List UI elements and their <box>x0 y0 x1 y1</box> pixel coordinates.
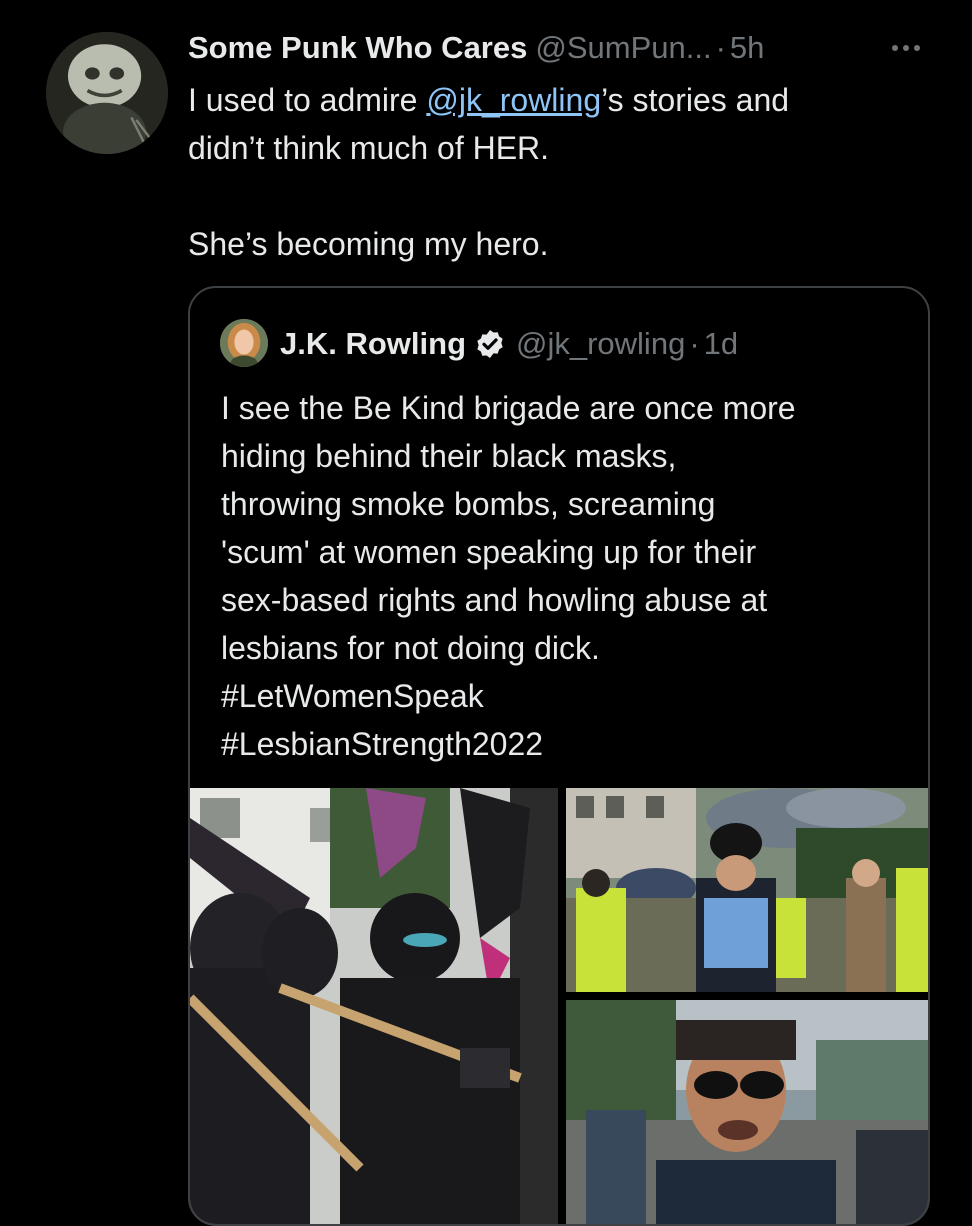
header-separator: · <box>715 30 726 65</box>
media-photo-2[interactable] <box>566 788 928 992</box>
media-photo-3[interactable] <box>566 1000 928 1224</box>
quoted-text-line: throwing smoke bombs, screaming <box>221 486 716 522</box>
quoted-tweet-text: I see the Be Kind brigade are once more … <box>221 384 911 768</box>
protest-photo-masked-crowd <box>190 788 558 1224</box>
more-options-button[interactable] <box>884 30 928 66</box>
more-horizontal-icon <box>892 45 898 51</box>
author-handle[interactable]: @SumPun... <box>535 30 711 65</box>
quoted-text-line: 'scum' at women speaking up for their <box>221 534 757 570</box>
quoted-avatar-image <box>220 319 268 367</box>
tweet-line-2: didn’t think much of HER. <box>188 130 550 166</box>
hashtag-link[interactable]: #LesbianStrength2022 <box>221 720 911 768</box>
more-horizontal-icon-dot <box>903 45 909 51</box>
author-avatar[interactable] <box>46 32 168 154</box>
tweet-header: Some Punk Who Cares @SumPun... · 5h <box>188 26 948 70</box>
quoted-tweet-header: J.K. Rowling @jk_rowling · 1d <box>280 322 738 366</box>
quoted-tweet-card[interactable]: J.K. Rowling @jk_rowling · 1d I see the Be… <box>188 286 930 1226</box>
quoted-text-line: sex-based rights and howling abuse at <box>221 582 768 618</box>
quoted-author-avatar[interactable] <box>220 319 268 367</box>
verified-badge-icon <box>474 328 506 360</box>
quoted-text-line: hiding behind their black masks, <box>221 438 677 474</box>
tweet-timestamp[interactable]: 5h <box>730 30 764 65</box>
tweet-line-3: She’s becoming my hero. <box>188 226 549 262</box>
hashtag-link[interactable]: #LetWomenSpeak <box>221 672 911 720</box>
more-horizontal-icon-dot <box>914 45 920 51</box>
quoted-author-name[interactable]: J.K. Rowling <box>280 322 466 366</box>
quoted-text-line: I see the Be Kind brigade are once more <box>221 390 796 426</box>
police-smoke-photo <box>566 788 928 992</box>
tweet-line-1: I used to admire @jk_rowling’s stories a… <box>188 76 928 124</box>
tweet-line-1-before: I used to admire <box>188 82 427 118</box>
tweet-text: I used to admire @jk_rowling’s stories a… <box>188 76 928 268</box>
quoted-header-separator: · <box>689 326 700 361</box>
quoted-tweet-timestamp[interactable]: 1d <box>704 322 738 366</box>
man-sunglasses-photo <box>566 1000 928 1224</box>
media-photo-1[interactable] <box>190 788 558 1224</box>
author-name[interactable]: Some Punk Who Cares <box>188 30 527 65</box>
quoted-author-handle[interactable]: @jk_rowling <box>516 322 685 366</box>
media-grid <box>190 788 928 1224</box>
tweet-line-1-after: ’s stories and <box>601 82 790 118</box>
avatar-image <box>46 32 168 154</box>
mention-link[interactable]: @jk_rowling <box>426 82 601 118</box>
quoted-text-line: lesbians for not doing dick. <box>221 630 600 666</box>
